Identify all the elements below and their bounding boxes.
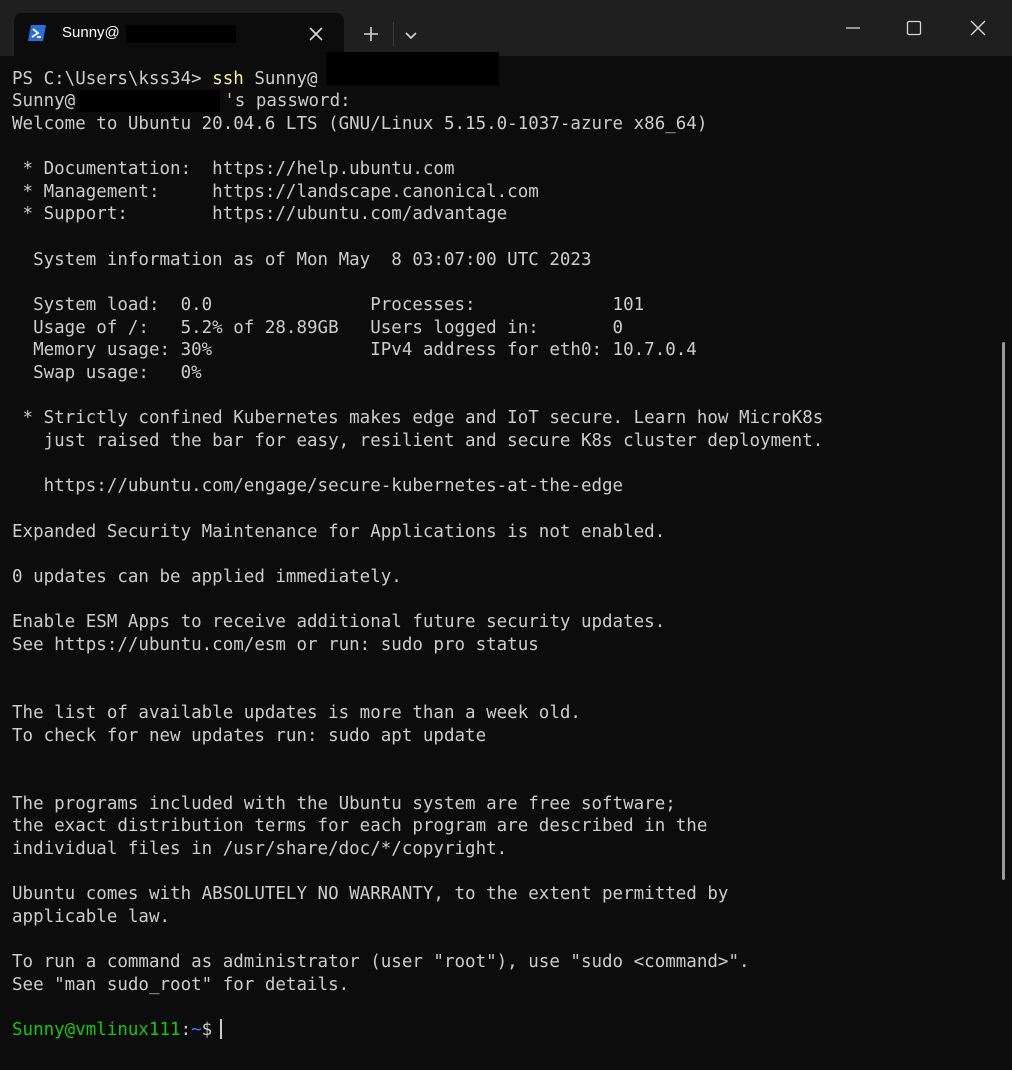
- terminal-window: Sunny@ PS C:\Users\kss34> ssh Sunny@ Sun…: [0, 0, 1012, 1070]
- redacted-host-2: [76, 90, 220, 112]
- shell-prompt[interactable]: Sunny@vmlinux111:~$: [12, 1019, 223, 1041]
- prompt-user-host: Sunny@vmlinux111: [12, 1020, 181, 1040]
- output-line: * Strictly confined Kubernetes makes edg…: [12, 408, 824, 428]
- output-line: System information as of Mon May 8 03:07…: [12, 250, 592, 270]
- password-user: Sunny@: [12, 91, 76, 111]
- chevron-down-icon: [405, 32, 417, 40]
- maximize-button[interactable]: [891, 8, 937, 48]
- output-line: To check for new updates run: sudo apt u…: [12, 726, 487, 746]
- tab-ssh-session[interactable]: Sunny@: [14, 13, 344, 56]
- maximize-icon: [906, 20, 922, 36]
- redacted-hostname: [126, 25, 236, 43]
- ps-prompt: PS C:\Users\kss34>: [12, 69, 213, 89]
- title-bar[interactable]: Sunny@: [0, 0, 1012, 56]
- password-prompt: 's password:: [224, 91, 351, 111]
- scrollbar-thumb[interactable]: [1002, 342, 1005, 880]
- close-icon: [309, 27, 323, 41]
- prompt-separator: :: [180, 1020, 192, 1040]
- output-line: applicable law.: [12, 907, 171, 927]
- close-tab-button[interactable]: [304, 22, 328, 46]
- output-line: just raised the bar for easy, resilient …: [12, 431, 824, 451]
- redacted-host: [326, 52, 499, 85]
- output-line: https://ubuntu.com/engage/secure-kuberne…: [12, 476, 624, 496]
- minimize-icon: [846, 27, 860, 29]
- tab-title: Sunny@: [62, 24, 120, 41]
- text-cursor: [220, 1019, 223, 1039]
- output-line: individual files in /usr/share/doc/*/cop…: [12, 839, 508, 859]
- output-line: Swap usage: 0%: [12, 363, 202, 383]
- output-line: The programs included with the Ubuntu sy…: [12, 794, 676, 814]
- output-line: Memory usage: 30% IPv4 address for eth0:…: [12, 340, 697, 360]
- close-window-button[interactable]: [955, 8, 1001, 48]
- output-line: Enable ESM Apps to receive additional fu…: [12, 612, 666, 632]
- output-line: To run a command as administrator (user …: [12, 952, 750, 972]
- plus-icon: [364, 27, 378, 41]
- prompt-symbol: $: [201, 1020, 213, 1040]
- output-line: See "man sudo_root" for details.: [12, 975, 350, 995]
- ps-command-line: PS C:\Users\kss34> ssh Sunny@: [12, 68, 318, 90]
- minimize-button[interactable]: [830, 8, 876, 48]
- tab-separator: [393, 22, 394, 46]
- output-line: Welcome to Ubuntu 20.04.6 LTS (GNU/Linux…: [12, 114, 708, 134]
- output-line: Ubuntu comes with ABSOLUTELY NO WARRANTY…: [12, 884, 729, 904]
- output-line: Expanded Security Maintenance for Applic…: [12, 522, 666, 542]
- output-line: The list of available updates is more th…: [12, 703, 581, 723]
- output-line: the exact distribution terms for each pr…: [12, 816, 708, 836]
- output-line: Usage of /: 5.2% of 28.89GB Users logged…: [12, 318, 624, 338]
- new-tab-button[interactable]: [356, 20, 386, 48]
- close-icon: [970, 20, 986, 36]
- output-line: System load: 0.0 Processes: 101: [12, 295, 645, 315]
- powershell-icon: [28, 25, 46, 41]
- ssh-args: Sunny@: [243, 69, 318, 89]
- output-line: See https://ubuntu.com/esm or run: sudo …: [12, 635, 539, 655]
- output-line: * Support: https://ubuntu.com/advantage: [12, 204, 508, 224]
- output-line: 0 updates can be applied immediately.: [12, 567, 402, 587]
- output-line: * Management: https://landscape.canonica…: [12, 182, 539, 202]
- ssh-command: ssh: [212, 69, 244, 89]
- terminal-output[interactable]: PS C:\Users\kss34> ssh Sunny@ Sunny@'s p…: [0, 52, 1000, 1070]
- tab-dropdown-button[interactable]: [398, 22, 424, 48]
- output-line: * Documentation: https://help.ubuntu.com: [12, 159, 455, 179]
- prompt-path: ~: [191, 1020, 202, 1040]
